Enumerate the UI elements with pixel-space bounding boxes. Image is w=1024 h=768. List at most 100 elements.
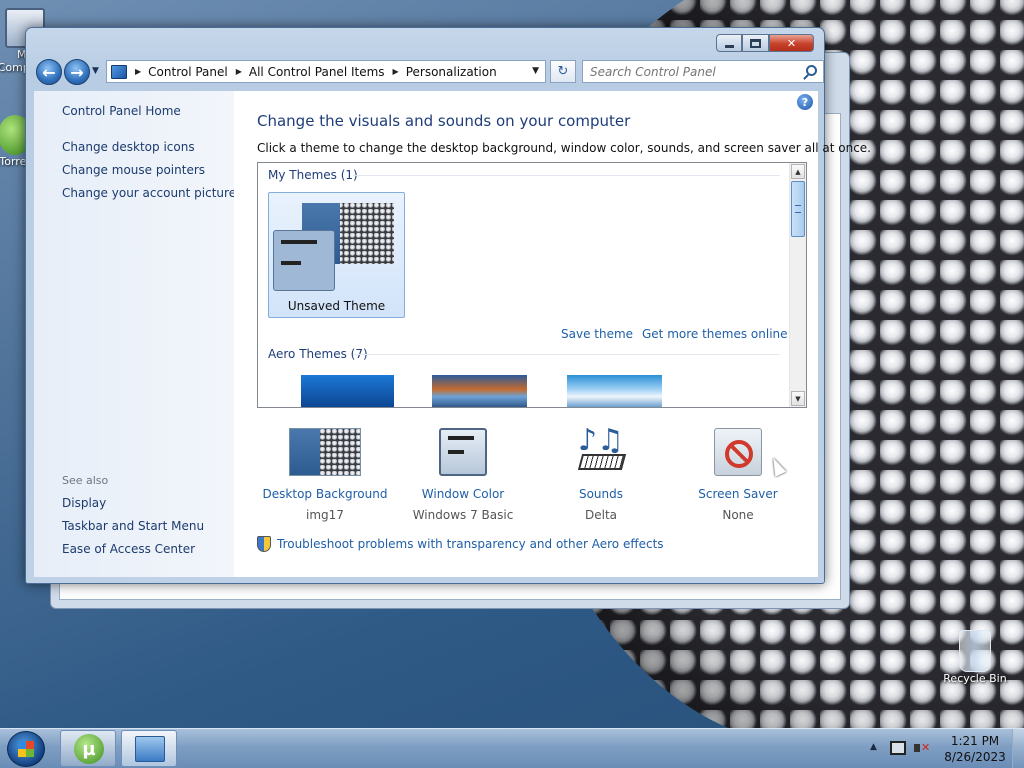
screen-saver-setting[interactable]: Screen Saver None — [668, 428, 808, 522]
breadcrumb-separator-icon[interactable]: ▶ — [135, 67, 141, 76]
theme-tile-unsaved[interactable]: Unsaved Theme — [268, 192, 405, 318]
sounds-setting[interactable]: ♪♫ Sounds Delta — [531, 426, 671, 522]
theme-name: Unsaved Theme — [287, 299, 386, 313]
aero-theme-thumbnail[interactable] — [567, 375, 662, 407]
setting-value: Windows 7 Basic — [412, 508, 514, 522]
group-divider — [353, 175, 780, 176]
music-notes-icon: ♪♫ — [577, 423, 625, 458]
see-also-heading: See also — [62, 474, 109, 487]
troubleshoot-aero-link[interactable]: Troubleshoot problems with transparency … — [257, 536, 664, 552]
setting-value: Delta — [584, 508, 617, 522]
sounds-icon: ♪♫ — [576, 426, 627, 476]
screen-saver-icon — [714, 428, 762, 476]
volume-muted-icon[interactable] — [914, 741, 930, 755]
window-color-setting[interactable]: Window Color Windows 7 Basic — [393, 428, 533, 522]
taskbar-control-panel-button[interactable] — [121, 730, 177, 767]
keyboard-icon — [577, 454, 627, 470]
control-panel-icon — [135, 736, 165, 762]
page-subtitle: Click a theme to change the desktop back… — [257, 141, 871, 155]
back-button[interactable]: ← — [36, 59, 62, 85]
scroll-down-button[interactable]: ▼ — [791, 391, 805, 406]
caption-buttons: ✕ — [716, 34, 814, 52]
clock-time: 1:21 PM — [950, 734, 1000, 748]
window-color-icon — [439, 428, 487, 476]
network-icon[interactable] — [890, 741, 906, 755]
search-input[interactable] — [590, 64, 795, 79]
minimize-icon — [724, 44, 734, 48]
thumbnail-bar — [448, 450, 464, 454]
aero-theme-thumbnail[interactable] — [301, 375, 394, 407]
setting-value: img17 — [306, 508, 344, 522]
get-more-themes-link[interactable]: Get more themes online — [642, 327, 788, 341]
desktop-icon-label: Recycle Bin — [943, 672, 1007, 685]
change-mouse-pointers-link[interactable]: Change mouse pointers — [62, 163, 205, 177]
aero-theme-thumbnail[interactable] — [432, 375, 527, 407]
desktop: My Computer µTorrent Recycle Bin ✕ ← → ▼… — [0, 0, 1024, 728]
change-account-picture-link[interactable]: Change your account picture — [62, 186, 236, 200]
breadcrumb-personalization[interactable]: Personalization — [406, 65, 497, 79]
setting-label[interactable]: Desktop Background — [255, 487, 395, 501]
breadcrumb-separator-icon[interactable]: ▶ — [236, 67, 242, 76]
desktop-background-setting[interactable]: Desktop Background img17 — [255, 428, 395, 522]
start-button[interactable] — [7, 731, 45, 767]
scroll-up-button[interactable]: ▲ — [791, 164, 805, 179]
recycle-bin-icon — [959, 630, 991, 672]
close-icon: ✕ — [786, 36, 797, 50]
desktop-background-icon — [289, 428, 361, 476]
task-pane: Control Panel Home Change desktop icons … — [34, 91, 236, 577]
refresh-icon: ↻ — [557, 64, 569, 79]
save-theme-link[interactable]: Save theme — [561, 327, 633, 341]
thumbnail-bar — [281, 240, 317, 244]
themes-list[interactable]: My Themes (1) Unsaved Theme Save theme G… — [257, 162, 807, 408]
setting-label[interactable]: Sounds — [531, 487, 671, 501]
setting-value: None — [722, 508, 754, 522]
breadcrumb-all-items[interactable]: All Control Panel Items — [249, 65, 385, 79]
taskbar: µ ▲ 1:21 PM 8/26/2023 — [0, 728, 1024, 768]
breadcrumb-control-panel[interactable]: Control Panel — [148, 65, 228, 79]
group-divider — [353, 354, 780, 355]
taskbar-utorrent-button[interactable]: µ — [60, 730, 116, 767]
theme-thumbnail-window — [273, 230, 335, 291]
close-button[interactable]: ✕ — [769, 34, 814, 52]
taskbar-start-menu-link[interactable]: Taskbar and Start Menu — [62, 519, 204, 533]
clock[interactable]: 1:21 PM 8/26/2023 — [940, 733, 1010, 765]
personalization-window: ✕ ← → ▼ ▶ Control Panel ▶ All Control Pa… — [25, 27, 871, 584]
search-icon[interactable] — [806, 65, 817, 76]
ease-of-access-link[interactable]: Ease of Access Center — [62, 542, 195, 556]
address-bar[interactable]: ▶ Control Panel ▶ All Control Panel Item… — [106, 60, 546, 83]
control-panel-icon — [111, 64, 127, 79]
recent-pages-dropdown[interactable]: ▼ — [92, 66, 99, 76]
maximize-icon — [750, 38, 761, 48]
forward-arrow-icon: → — [70, 62, 84, 82]
setting-label[interactable]: Screen Saver — [668, 487, 808, 501]
thumbnail-bar — [448, 436, 474, 440]
thumbnail-bar — [281, 261, 301, 265]
content-pane: ? Change the visuals and sounds on your … — [234, 91, 871, 577]
display-link[interactable]: Display — [62, 496, 106, 510]
navigation-bar: ← → ▼ ▶ Control Panel ▶ All Control Pane… — [34, 58, 824, 86]
setting-label[interactable]: Window Color — [393, 487, 533, 501]
forward-button[interactable]: → — [64, 59, 90, 85]
refresh-button[interactable]: ↻ — [550, 60, 576, 83]
troubleshoot-link-text[interactable]: Troubleshoot problems with transparency … — [277, 537, 664, 551]
maximize-button[interactable] — [742, 34, 769, 52]
page-title: Change the visuals and sounds on your co… — [257, 112, 631, 130]
notification-area: ▲ 1:21 PM 8/26/2023 — [864, 729, 1024, 768]
chevron-down-icon[interactable]: ▼ — [532, 66, 539, 76]
control-panel-home-link[interactable]: Control Panel Home — [62, 104, 181, 118]
minimize-button[interactable] — [716, 34, 742, 52]
help-icon[interactable]: ? — [797, 94, 813, 110]
change-desktop-icons-link[interactable]: Change desktop icons — [62, 140, 195, 154]
scroll-thumb[interactable] — [791, 181, 805, 237]
show-hidden-icons-button[interactable]: ▲ — [870, 742, 877, 752]
shield-icon — [257, 536, 271, 552]
utorrent-icon: µ — [74, 734, 104, 764]
back-arrow-icon: ← — [42, 62, 56, 82]
show-desktop-button[interactable] — [1012, 729, 1024, 768]
search-box[interactable] — [582, 60, 824, 83]
desktop-icon-recycle-bin[interactable]: Recycle Bin — [940, 630, 1010, 685]
clock-date: 8/26/2023 — [944, 750, 1006, 764]
breadcrumb-separator-icon[interactable]: ▶ — [393, 67, 399, 76]
vertical-scrollbar[interactable]: ▲ ▼ — [789, 163, 806, 407]
my-themes-group-label: My Themes (1) — [268, 168, 358, 182]
